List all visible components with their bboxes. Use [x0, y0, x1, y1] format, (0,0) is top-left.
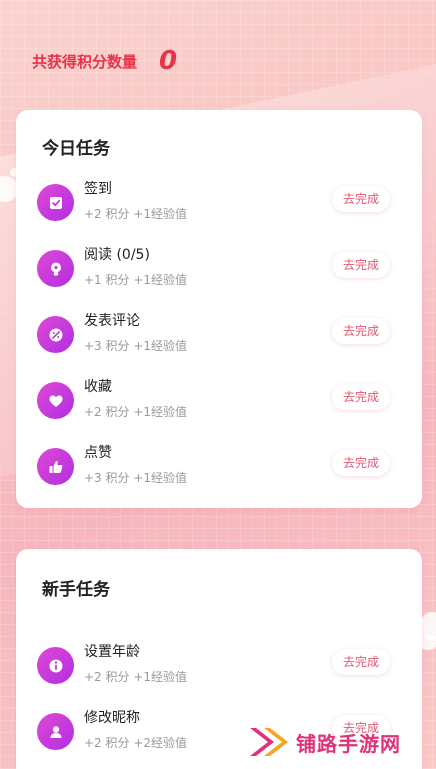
points-summary: 共获得积分数量 0 [32, 48, 177, 74]
task-reward: +3 积分 +1经验值 [84, 471, 188, 485]
task-name: 签到 [84, 181, 112, 197]
task-reward: +1 积分 +1经验值 [84, 273, 188, 287]
task-row-favorite: 收藏 +2 积分 +1经验值 去完成 [16, 376, 422, 426]
points-label: 共获得积分数量 [32, 52, 138, 71]
task-reward: +2 积分 +2经验值 [84, 736, 188, 750]
comment-icon [37, 316, 74, 353]
task-name: 点赞 [84, 445, 112, 461]
task-reward: +2 积分 +1经验值 [84, 405, 188, 419]
task-reward: +3 积分 +1经验值 [84, 339, 188, 353]
task-row-set-age: 设置年龄 +2 积分 +1经验值 去完成 [16, 641, 422, 691]
go-complete-button[interactable]: 去完成 [332, 252, 390, 278]
watermark: 铺路手游网 [248, 722, 401, 762]
daily-tasks-card: 今日任务 签到 +2 积分 +1经验值 去完成 阅读 (0/5) +1 积分 +… [16, 110, 422, 508]
go-complete-button[interactable]: 去完成 [332, 318, 390, 344]
thumbs-up-icon [37, 448, 74, 485]
task-reward: +2 积分 +1经验值 [84, 207, 188, 221]
task-name: 阅读 (0/5) [84, 247, 150, 263]
task-row-read: 阅读 (0/5) +1 积分 +1经验值 去完成 [16, 244, 422, 294]
watermark-logo-icon [250, 728, 288, 756]
task-name: 修改昵称 [84, 710, 140, 726]
lightbulb-icon [37, 250, 74, 287]
task-row-comment: 发表评论 +3 积分 +1经验值 去完成 [16, 310, 422, 360]
task-name: 设置年龄 [84, 644, 140, 660]
user-icon [37, 713, 74, 750]
newbie-tasks-title: 新手任务 [42, 580, 110, 600]
go-complete-button[interactable]: 去完成 [332, 186, 390, 212]
calendar-check-icon [37, 184, 74, 221]
go-complete-button[interactable]: 去完成 [332, 649, 390, 675]
heart-icon [37, 382, 74, 419]
task-row-checkin: 签到 +2 积分 +1经验值 去完成 [16, 178, 422, 228]
watermark-text: 铺路手游网 [296, 731, 401, 756]
go-complete-button[interactable]: 去完成 [332, 450, 390, 476]
info-icon [37, 647, 74, 684]
daily-tasks-title: 今日任务 [42, 139, 110, 159]
task-name: 收藏 [84, 379, 112, 395]
task-reward: +2 积分 +1经验值 [84, 670, 188, 684]
go-complete-button[interactable]: 去完成 [332, 384, 390, 410]
points-value: 0 [159, 46, 178, 76]
task-row-like: 点赞 +3 积分 +1经验值 去完成 [16, 442, 422, 492]
task-name: 发表评论 [84, 313, 140, 329]
